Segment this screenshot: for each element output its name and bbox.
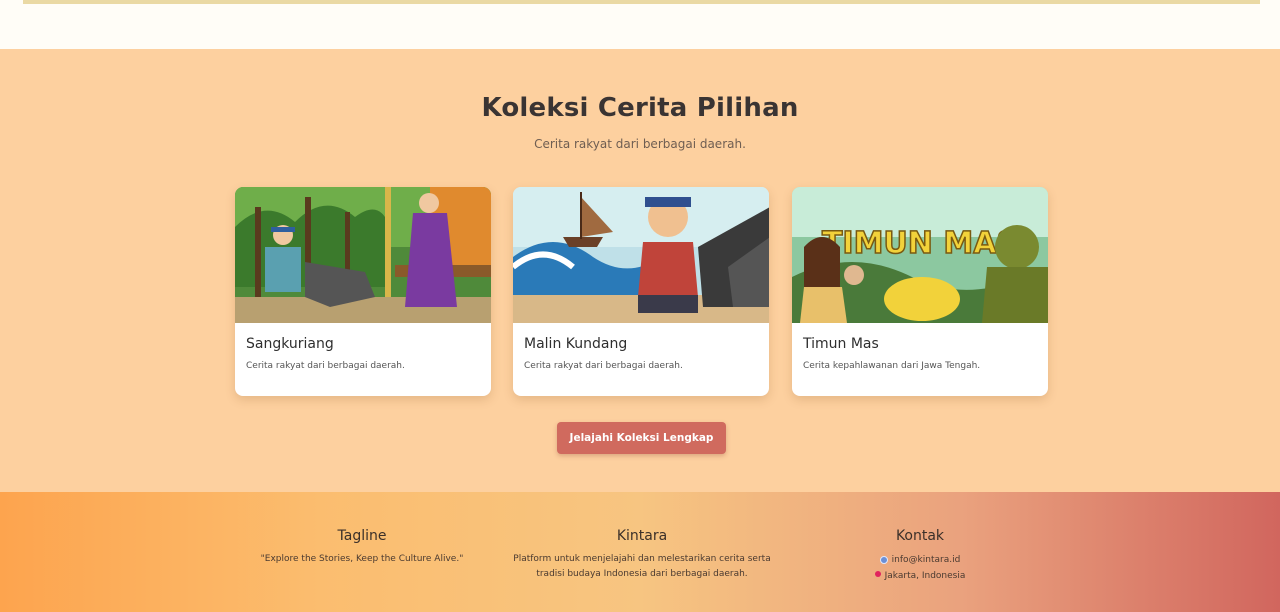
featured-collection-section: Koleksi Cerita Pilihan Cerita rakyat dar…	[0, 49, 1280, 492]
story-card-title: Malin Kundang	[524, 336, 628, 352]
story-card-timun-mas[interactable]: TIMUN MAS Timun Mas Cerita kepahlawanan …	[792, 187, 1048, 396]
contact-location: Jakarta, Indonesia	[884, 571, 966, 581]
email-icon	[879, 556, 888, 564]
footer-contact-column: Kontak info@kintara.id Jakarta, Indonesi…	[820, 528, 1020, 584]
explore-collection-button[interactable]: Jelajahi Koleksi Lengkap	[557, 422, 726, 454]
site-footer: Tagline "Explore the Stories, Keep the C…	[0, 492, 1280, 612]
location-pin-icon	[874, 571, 881, 577]
contact-email[interactable]: info@kintara.id	[892, 552, 961, 568]
story-image-sangkuriang	[235, 187, 491, 323]
top-divider-bar	[23, 0, 1260, 4]
footer-heading-tagline: Tagline	[337, 528, 387, 544]
footer-about-text: Platform untuk menjelajahi dan melestari…	[513, 554, 771, 579]
section-subtitle: Cerita rakyat dari berbagai daerah.	[534, 137, 746, 151]
contact-location-row: Jakarta, Indonesia	[820, 568, 1020, 584]
story-card-malin-kundang[interactable]: Malin Kundang Cerita rakyat dari berbaga…	[513, 187, 769, 396]
story-card-sangkuriang[interactable]: Sangkuriang Cerita rakyat dari berbagai …	[235, 187, 491, 396]
footer-heading-about: Kintara	[616, 528, 668, 544]
story-card-description: Cerita rakyat dari berbagai daerah.	[524, 361, 683, 371]
footer-tagline-column: Tagline "Explore the Stories, Keep the C…	[242, 528, 482, 567]
story-image-timun-mas: TIMUN MAS	[792, 187, 1048, 323]
story-card-title: Timun Mas	[803, 336, 879, 352]
section-title: Koleksi Cerita Pilihan	[481, 93, 799, 123]
footer-tagline-text: "Explore the Stories, Keep the Culture A…	[260, 554, 464, 564]
story-card-title: Sangkuriang	[246, 336, 334, 352]
timun-mas-title-art: TIMUN MAS	[822, 226, 1018, 261]
story-image-malin-kundang	[513, 187, 769, 323]
contact-email-row[interactable]: info@kintara.id	[820, 552, 1020, 568]
footer-heading-contact: Kontak	[895, 528, 945, 544]
footer-about-column: Kintara Platform untuk menjelajahi dan m…	[512, 528, 772, 582]
story-card-description: Cerita kepahlawanan dari Jawa Tengah.	[803, 361, 981, 371]
story-card-description: Cerita rakyat dari berbagai daerah.	[246, 361, 405, 371]
top-band	[0, 0, 1280, 49]
